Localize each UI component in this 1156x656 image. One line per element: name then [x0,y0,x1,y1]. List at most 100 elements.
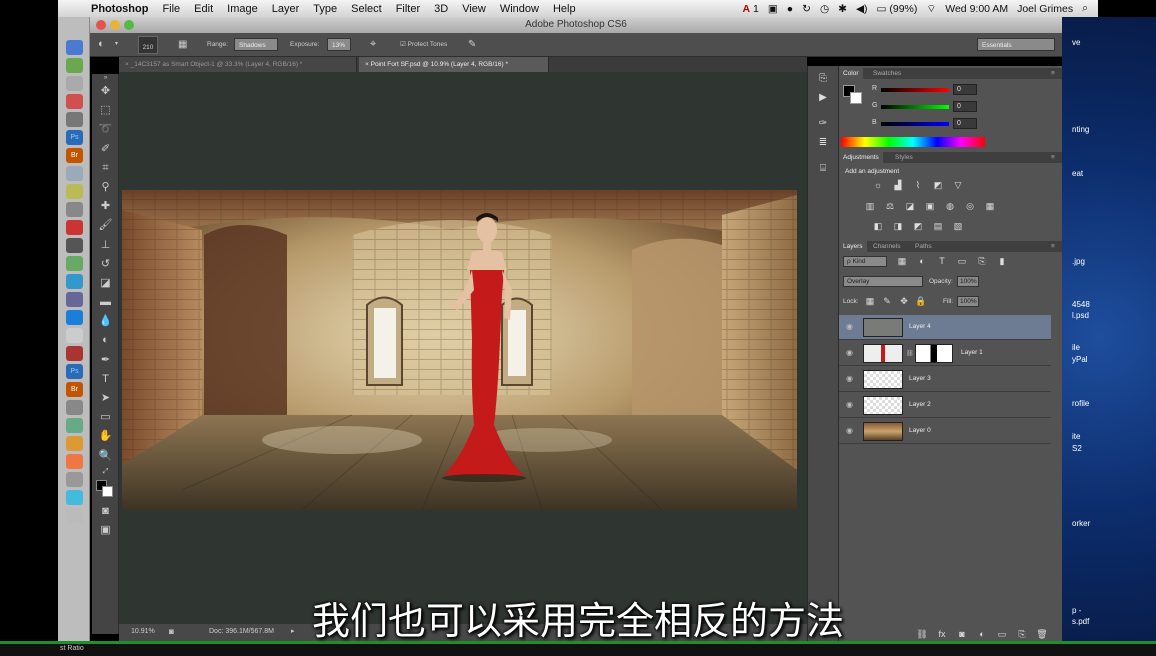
layer-name[interactable]: Layer 4 [909,323,931,330]
color-lookup-icon[interactable]: ▦ [983,200,997,212]
pen-tool-icon[interactable]: ✒ [92,351,119,370]
hue-sat-icon[interactable]: ⚖ [883,200,897,212]
history-panel-icon[interactable]: ⎘ [816,73,830,85]
dock-app-icon[interactable] [66,292,83,307]
filter-pixel-icon[interactable]: ▦ [895,255,909,267]
selective-color-icon[interactable]: ▧ [951,220,965,232]
desktop-file-label[interactable]: p - [1072,606,1081,615]
airbrush-icon[interactable]: ⌖ [370,38,376,51]
delete-layer-icon[interactable]: 🗑 [1035,628,1049,640]
dock-app-icon[interactable] [66,40,83,55]
dock-app-icon[interactable] [66,346,83,361]
color-balance-icon[interactable]: ◪ [903,200,917,212]
red-value-field[interactable]: 0 [953,84,977,95]
visibility-eye-icon[interactable]: ◉ [846,375,855,383]
layer-mask-thumbnail[interactable] [915,344,953,363]
chain-link-icon[interactable]: ⛓ [906,350,914,357]
dock-app-icon[interactable] [66,256,83,271]
layer-row-layer-1[interactable]: ◉ ⛓ Layer 1 [839,341,1051,366]
exposure-icon[interactable]: ◩ [931,179,945,191]
brightness-icon[interactable]: ☼ [871,179,885,191]
photoshop-icon[interactable]: Ps [66,364,83,379]
color-spectrum-bar[interactable] [841,137,985,147]
battery-icon[interactable]: ▭ (99%) [877,3,918,15]
menu-window[interactable]: Window [493,3,546,15]
desktop-file-label[interactable]: .jpg [1072,257,1085,266]
blue-value-field[interactable]: 0 [953,118,977,129]
filter-toggle-icon[interactable]: ▮ [995,255,1009,267]
dock-app-icon[interactable] [66,184,83,199]
desktop-file-label[interactable]: 4548 [1072,300,1090,309]
collapse-icon[interactable]: » [92,74,119,82]
threshold-icon[interactable]: ◩ [911,220,925,232]
visibility-eye-icon[interactable]: ◉ [846,401,855,409]
menu-photoshop[interactable]: Photoshop [84,3,155,15]
dock-app-icon[interactable] [66,454,83,469]
eraser-tool-icon[interactable]: ◪ [92,274,119,293]
menu-view[interactable]: View [455,3,493,15]
zoom-level[interactable]: 10.91% [131,628,155,635]
tab-adjustments[interactable]: Adjustments [839,152,883,163]
menu-filter[interactable]: Filter [389,3,427,15]
volume-icon[interactable]: ◀) [856,3,868,15]
blend-mode-dropdown[interactable]: Overlay [843,276,923,287]
panel-menu-icon[interactable]: ≡ [1047,241,1059,252]
stamp-tool-icon[interactable]: ⊥ [92,236,119,255]
tab-swatches[interactable]: Swatches [869,68,905,79]
eyedropper-tool-icon[interactable]: ⚲ [92,178,119,197]
desktop-file-label[interactable]: ite [1072,432,1080,441]
dock-app-icon[interactable] [66,418,83,433]
color-swatches[interactable] [92,478,119,502]
red-slider[interactable] [881,88,949,92]
shape-tool-icon[interactable]: ▭ [92,408,119,427]
menu-type[interactable]: Type [306,3,344,15]
screen-mode-icon[interactable]: ▣ [92,521,119,540]
menu-select[interactable]: Select [344,3,389,15]
black-white-icon[interactable]: ▣ [923,200,937,212]
clone-source-panel-icon[interactable]: ⌸ [816,163,830,175]
exposure-field[interactable]: 13% [327,38,351,51]
desktop-file-label[interactable]: eat [1072,169,1083,178]
desktop-file-label[interactable]: ve [1072,38,1080,47]
hand-tool-icon[interactable]: ✋ [92,427,119,446]
layer-name[interactable]: Layer 0 [909,427,931,434]
tab-layers[interactable]: Layers [839,241,867,252]
path-select-tool-icon[interactable]: ➤ [92,389,119,408]
filter-smart-icon[interactable]: ⎘ [975,255,989,267]
workspace-switcher[interactable]: Essentials [977,38,1055,51]
dock-app-icon[interactable] [66,94,83,109]
desktop-file-label[interactable]: ile [1072,343,1080,352]
vibrance-icon[interactable]: ▥ [863,200,877,212]
new-group-icon[interactable]: ▭ [995,628,1009,640]
visibility-eye-icon[interactable]: ◉ [846,323,855,331]
brush-preset-panel-icon[interactable]: ✑ [816,118,830,130]
pressure-icon[interactable]: ✎ [468,38,476,51]
healing-tool-icon[interactable]: ✚ [92,197,119,216]
visibility-eye-icon[interactable]: ◉ [846,427,855,435]
photo-filter-icon[interactable]: ◍ [943,200,957,212]
dock-app-icon[interactable] [66,220,83,235]
panel-menu-icon[interactable]: ≡ [1047,152,1059,163]
menu-layer[interactable]: Layer [265,3,307,15]
menu-3d[interactable]: 3D [427,3,455,15]
protect-tones-checkbox[interactable]: ☑ Protect Tones [400,38,447,51]
lock-pixels-icon[interactable]: ✎ [880,295,894,307]
gradient-map-icon[interactable]: ▤ [931,220,945,232]
layer-row-layer-2[interactable]: ◉ Layer 2 [839,393,1051,418]
levels-icon[interactable]: ▟ [891,179,905,191]
green-value-field[interactable]: 0 [953,101,977,112]
filter-adjustment-icon[interactable]: ◐ [915,255,929,267]
dock-app-icon[interactable] [66,166,83,181]
user-name[interactable]: Joel Grimes [1017,3,1073,15]
bluetooth-icon[interactable]: ✱ [838,3,847,15]
zoom-window-icon[interactable] [124,20,134,30]
document-canvas[interactable] [122,190,797,510]
posterize-icon[interactable]: ◨ [891,220,905,232]
tab-channels[interactable]: Channels [869,241,904,252]
menu-help[interactable]: Help [546,3,583,15]
channel-mixer-icon[interactable]: ◎ [963,200,977,212]
actions-panel-icon[interactable]: ▶ [816,92,830,104]
dock-app-icon[interactable] [66,202,83,217]
fill-field[interactable]: 100% [957,296,979,307]
clock[interactable]: Wed 9:00 AM [945,3,1008,15]
